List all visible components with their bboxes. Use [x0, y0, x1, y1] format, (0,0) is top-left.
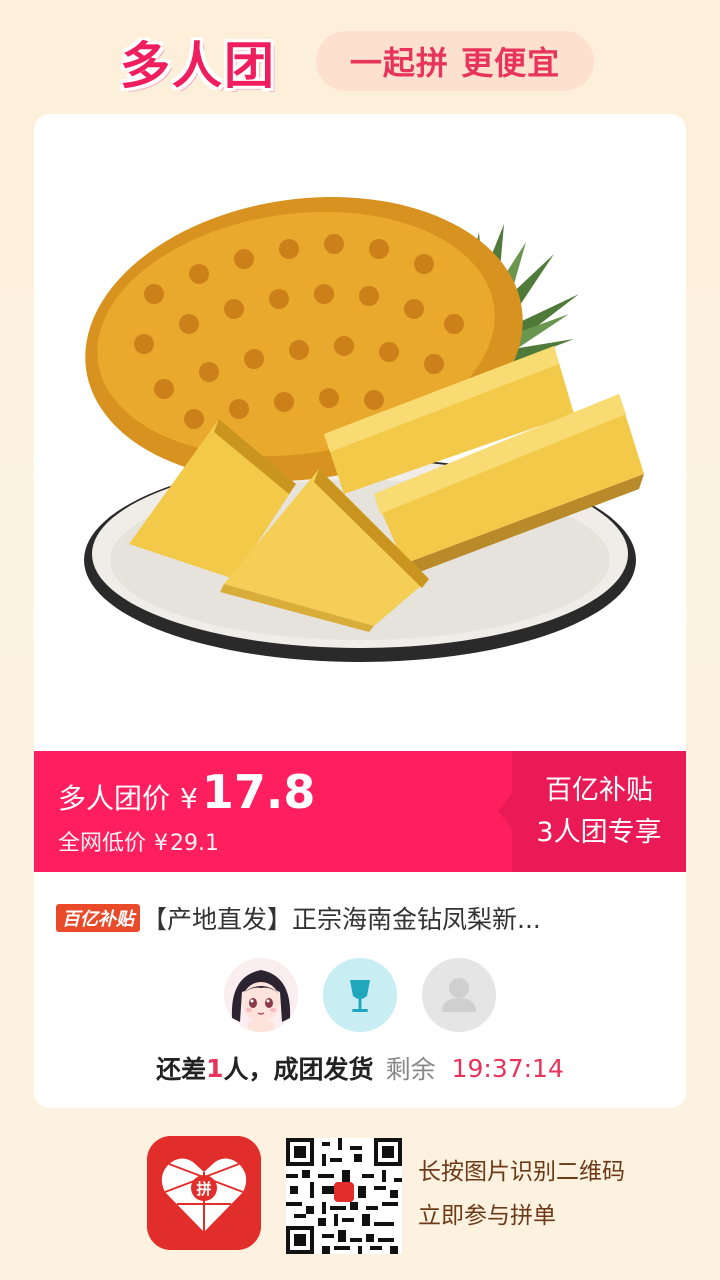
qr-code[interactable]: [286, 1138, 402, 1254]
subsidy-badge: 百亿补贴: [56, 904, 140, 932]
avatar-cup: [323, 958, 397, 1032]
original-price-label: 全网低价: [58, 831, 147, 856]
promo-tag: 百亿补贴 3人团专享: [498, 751, 686, 872]
status-prefix: 还差: [156, 1055, 207, 1084]
group-status: 还差 1 人，成团发货 剩余 19:37:14: [34, 1050, 686, 1086]
slogan-badge: 一起拼 更便宜: [316, 31, 594, 91]
product-title: 【产地直发】正宗海南金钻凤梨新...: [142, 905, 541, 934]
product-title-row[interactable]: 百亿补贴 【产地直发】正宗海南金钻凤梨新...: [56, 898, 666, 938]
pinduoduo-app-icon: 拼: [147, 1136, 261, 1250]
group-price: 17.8: [201, 765, 316, 819]
price-info: 多人团价 ¥ 17.8 全网低价 ¥ 29.1: [58, 765, 315, 857]
product-card[interactable]: 多人团价 ¥ 17.8 全网低价 ¥ 29.1 百亿补贴 3人团专享 百亿补贴 …: [34, 114, 686, 1108]
original-price-currency: ¥: [154, 831, 169, 856]
missing-count: 1: [206, 1053, 224, 1083]
product-image[interactable]: [34, 114, 686, 750]
remaining-label: 剩余: [385, 1055, 436, 1084]
scan-line-1: 长按图片识别二维码: [418, 1159, 625, 1185]
logo: 多人团: [120, 37, 276, 95]
status-suffix: 人，成团发货: [223, 1055, 374, 1084]
header: 多人团 一起拼 更便宜: [0, 0, 720, 110]
group-avatars: [224, 958, 496, 1032]
price-bar[interactable]: 多人团价 ¥ 17.8 全网低价 ¥ 29.1 百亿补贴 3人团专享: [34, 751, 686, 872]
avatar-cartoon-girl: [224, 958, 298, 1032]
countdown-timer: 19:37:14: [451, 1053, 564, 1083]
avatar-placeholder: [422, 958, 496, 1032]
price-currency: ¥: [180, 782, 198, 815]
scan-line-2: 立即参与拼单: [418, 1203, 556, 1229]
promo-line-1: 百亿补贴: [545, 774, 653, 806]
promo-line-2: 3人团专享: [536, 816, 662, 848]
group-price-label: 多人团价: [58, 782, 171, 815]
pineapple-illustration: [84, 197, 644, 662]
original-price: 29.1: [170, 831, 219, 856]
svg-text:拼: 拼: [196, 1180, 211, 1198]
scan-instructions: 长按图片识别二维码 立即参与拼单: [418, 1150, 625, 1238]
